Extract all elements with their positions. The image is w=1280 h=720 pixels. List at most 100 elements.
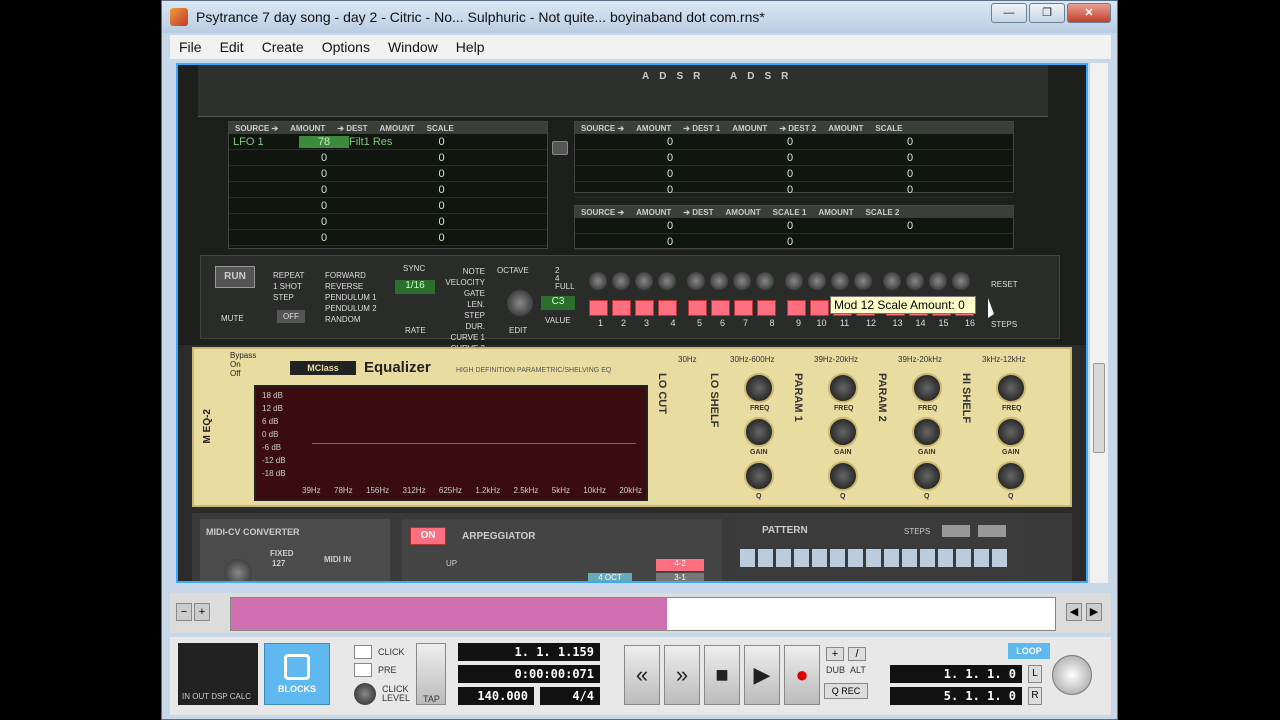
step-knob[interactable] xyxy=(756,272,774,290)
target-stepdur[interactable]: STEP DUR. xyxy=(445,310,485,332)
navigator-timeline[interactable] xyxy=(230,597,1056,631)
mode-forward[interactable]: FORWARD xyxy=(325,270,377,281)
mod-amount[interactable]: 0 xyxy=(299,200,349,212)
mod-amount-2[interactable]: 0 xyxy=(419,232,464,244)
q-knob[interactable] xyxy=(912,461,942,491)
qrec-button[interactable]: Q REC xyxy=(824,683,868,699)
mod-amount-2[interactable]: 0 xyxy=(765,184,815,196)
gain-knob[interactable] xyxy=(912,417,942,447)
arp-on-button[interactable]: ON xyxy=(410,527,446,545)
mode-reverse[interactable]: REVERSE xyxy=(325,281,377,292)
target-velocity[interactable]: VELOCITY xyxy=(445,277,485,288)
sync-label[interactable]: SYNC xyxy=(403,264,425,273)
gain-knob[interactable] xyxy=(744,417,774,447)
menu-help[interactable]: Help xyxy=(447,39,494,55)
loop-button[interactable]: LOOP xyxy=(1008,643,1050,659)
menu-window[interactable]: Window xyxy=(379,39,447,55)
zoom-out-icon[interactable]: − xyxy=(176,603,192,621)
mod-amount[interactable]: 0 xyxy=(299,216,349,228)
click-level-knob[interactable] xyxy=(354,683,376,705)
arp-42-button[interactable]: 4-2 xyxy=(656,559,704,571)
mod-dest-select[interactable]: Filt1 Res xyxy=(349,136,419,148)
freq-knob[interactable] xyxy=(744,373,774,403)
mod-amount-2[interactable]: 0 xyxy=(765,168,815,180)
mod-amount-3[interactable]: 0 xyxy=(885,152,935,164)
octave-full[interactable]: FULL xyxy=(555,282,575,291)
mod-amount[interactable]: 0 xyxy=(299,152,349,164)
target-curve1[interactable]: CURVE 1 xyxy=(445,332,485,343)
step-knob[interactable] xyxy=(854,272,872,290)
step-knob[interactable] xyxy=(589,272,607,290)
song-position-display[interactable]: 1. 1. 1.159 xyxy=(458,643,600,661)
mod-amount-2[interactable]: 0 xyxy=(419,136,464,148)
arp-oct-button[interactable]: 4 OCT xyxy=(588,573,632,581)
step-knob[interactable] xyxy=(710,272,728,290)
step-knob[interactable] xyxy=(733,272,751,290)
mode-pendulum2[interactable]: PENDULUM 2 xyxy=(325,303,377,314)
mod-amount-2[interactable]: 0 xyxy=(765,136,815,148)
step-pad[interactable] xyxy=(787,300,806,316)
menu-file[interactable]: File xyxy=(170,39,211,55)
run-button[interactable]: RUN xyxy=(215,266,255,288)
scroll-thumb[interactable] xyxy=(1093,363,1105,453)
close-button[interactable]: ✕ xyxy=(1067,3,1111,23)
step-knob[interactable] xyxy=(831,272,849,290)
freq-knob[interactable] xyxy=(996,373,1026,403)
off-button[interactable]: OFF xyxy=(277,310,305,323)
step-knob[interactable] xyxy=(687,272,705,290)
tempo-display[interactable]: 140.000 xyxy=(458,687,534,705)
device-rack[interactable]: ADSR ADSR SOURCE ➔ AMOUNT ➔ DEST AMOUNT … xyxy=(176,63,1088,583)
minimize-button[interactable]: — xyxy=(991,3,1027,23)
arp-up[interactable]: UP xyxy=(446,559,457,568)
zoom-in-icon[interactable]: + xyxy=(194,603,210,621)
step-pad[interactable] xyxy=(711,300,730,316)
gain-knob[interactable] xyxy=(828,417,858,447)
maximize-button[interactable]: ❐ xyxy=(1029,3,1065,23)
menu-edit[interactable]: Edit xyxy=(211,39,253,55)
menu-create[interactable]: Create xyxy=(253,39,313,55)
mod-amount-2[interactable]: 0 xyxy=(765,220,815,232)
rack-scrollbar[interactable] xyxy=(1090,63,1108,583)
stop-button[interactable]: ■ xyxy=(704,645,740,705)
mode-step[interactable]: STEP xyxy=(273,292,304,303)
mod-amount[interactable]: 0 xyxy=(645,184,695,196)
mod-amount-2[interactable]: 0 xyxy=(419,184,464,196)
alt-button[interactable]: / xyxy=(848,647,866,661)
step-pad[interactable] xyxy=(734,300,753,316)
record-button[interactable]: ● xyxy=(784,645,820,705)
left-locator-display[interactable]: 1. 1. 1. 0 xyxy=(890,665,1022,683)
mod-amount[interactable]: 0 xyxy=(299,168,349,180)
menu-options[interactable]: Options xyxy=(313,39,379,55)
mod-source-select[interactable]: LFO 1 xyxy=(229,136,299,148)
step-pad[interactable] xyxy=(612,300,631,316)
mod-amount[interactable]: 0 xyxy=(645,236,695,248)
right-locator-button[interactable]: R xyxy=(1028,687,1042,705)
dub-button[interactable]: + xyxy=(826,647,844,661)
mod-amount-3[interactable]: 0 xyxy=(885,184,935,196)
target-note[interactable]: NOTE xyxy=(445,266,485,277)
scroll-left-icon[interactable]: ◀ xyxy=(1066,603,1082,621)
mod-amount-2[interactable]: 0 xyxy=(765,152,815,164)
bypass-switch[interactable]: Bypass On Off xyxy=(230,351,256,378)
mod-amount-3[interactable]: 0 xyxy=(885,168,935,180)
mod-amount-2[interactable]: 0 xyxy=(419,168,464,180)
signature-display[interactable]: 4/4 xyxy=(540,687,600,705)
q-knob[interactable] xyxy=(996,461,1026,491)
mod-amount-2[interactable]: 0 xyxy=(765,236,815,248)
blocks-button[interactable]: BLOCKS xyxy=(264,643,330,705)
steps-plus-button[interactable] xyxy=(978,525,1006,537)
freq-knob[interactable] xyxy=(912,373,942,403)
pattern-steps[interactable] xyxy=(740,549,1010,567)
freq-knob[interactable] xyxy=(828,373,858,403)
q-knob[interactable] xyxy=(828,461,858,491)
mod-amount[interactable]: 0 xyxy=(645,220,695,232)
fixed-knob[interactable] xyxy=(224,559,252,581)
mod-amount-2[interactable]: 0 xyxy=(419,216,464,228)
edit-knob[interactable] xyxy=(507,290,533,316)
left-locator-button[interactable]: L xyxy=(1028,665,1042,683)
step-pad[interactable] xyxy=(589,300,608,316)
mode-pendulum1[interactable]: PENDULUM 1 xyxy=(325,292,377,303)
tap-button[interactable]: TAP xyxy=(416,643,446,705)
step-knob[interactable] xyxy=(929,272,947,290)
step-pad[interactable] xyxy=(757,300,776,316)
